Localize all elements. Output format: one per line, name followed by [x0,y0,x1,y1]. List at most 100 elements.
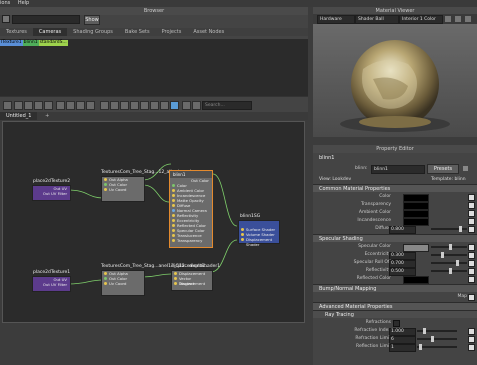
swatch-icon[interactable] [130,101,139,110]
slider[interactable] [417,328,457,334]
map-button[interactable] [468,294,475,301]
slider-knob[interactable] [449,244,452,250]
section-ray-tracing[interactable]: Ray Tracing [313,310,477,318]
slider[interactable] [431,268,467,274]
select-mode-icon[interactable] [170,101,179,110]
snap-icon[interactable] [110,101,119,110]
lock-icon[interactable] [160,101,169,110]
port-displacement-shader[interactable]: Displacement Shader [239,237,279,247]
place2d-texture2-node[interactable]: Out UV Out UV Filter [32,185,71,201]
blinn-name-field[interactable]: blinn1 [371,165,425,174]
slider[interactable] [431,252,467,258]
slider-knob[interactable] [419,344,422,350]
pin-icon[interactable] [150,101,159,110]
node-graph[interactable]: place2dTexture2 Out UV Out UV Filter pla… [2,121,305,323]
section-advanced-material[interactable]: Advanced Material Properties [313,302,477,310]
toggle-icon[interactable] [463,166,468,171]
blinn-node[interactable]: blinn1 Out Color Color Ambient Color Inc… [169,170,213,248]
tab-untitled-1[interactable]: Untitled_1 [0,112,38,120]
slider-knob[interactable] [441,252,444,258]
section-common-material[interactable]: Common Material Properties [313,184,477,192]
section-bump-normal-mapping[interactable]: Bump/Normal Mapping [313,284,477,292]
section-specular-shading[interactable]: Specular Shading [313,234,477,242]
browser-item[interactable]: ITexture1 [0,40,23,46]
color-swatch[interactable] [403,276,429,284]
show-button[interactable]: Show [84,15,100,25]
port-out-uv-filter[interactable]: Out UV Filter [33,191,70,196]
snapshot-icon[interactable] [192,101,201,110]
graph-search-input[interactable]: Search... [202,101,252,110]
place2d-texture1-node[interactable]: Out UV Out UV Filter [32,276,71,292]
clear-graph-icon[interactable] [44,101,53,110]
map-button[interactable] [468,194,475,201]
tab-cameras[interactable]: Cameras [32,28,68,36]
map-button[interactable] [468,260,475,267]
slider-knob[interactable] [456,260,459,266]
map-button[interactable] [468,344,475,351]
presets-button[interactable]: Presets [427,164,459,174]
tab-projects[interactable]: Projects [156,28,188,36]
refractions-checkbox[interactable] [393,320,400,327]
slider[interactable] [417,336,457,342]
tab-shading-groups[interactable]: Shading Groups [67,28,119,36]
slider[interactable] [431,226,467,232]
map-button[interactable] [468,252,475,259]
map-button[interactable] [468,268,475,275]
slider-knob[interactable] [459,226,462,232]
file-texture-a-node[interactable]: Out Alpha Out Color Uv Coord [101,176,145,202]
frame-all-icon[interactable] [86,101,95,110]
map-button[interactable] [468,210,475,217]
port-uv-coord[interactable]: Uv Coord [102,281,144,286]
browser-item[interactable]: standardS... [38,40,68,46]
slider[interactable] [417,344,457,350]
map-button[interactable] [468,276,475,283]
map-button[interactable] [468,202,475,209]
slider-knob[interactable] [423,328,426,334]
attribute-view-icon[interactable] [120,101,129,110]
io-connections-icon[interactable] [24,101,33,110]
renderer-dropdown[interactable]: Hardware [317,15,355,24]
menu-item-ions[interactable]: ions [0,0,10,6]
rearrange-icon[interactable] [76,101,85,110]
slider[interactable] [431,244,467,250]
displacement-shader-node[interactable]: Displacement Vector Displacement Tangent [171,270,213,291]
snapshot-icon[interactable] [455,16,461,22]
geometry-dropdown[interactable]: Shader Ball [355,15,399,24]
tab-bake-sets[interactable]: Bake Sets [119,28,156,36]
camera-icon[interactable] [445,16,451,22]
map-button[interactable] [468,226,475,233]
map-button[interactable] [468,328,475,335]
settings-icon[interactable] [465,16,471,22]
add-selected-icon[interactable] [56,101,65,110]
layout-icon[interactable] [140,101,149,110]
input-connections-icon[interactable] [14,101,23,110]
filter-icon[interactable] [182,101,191,110]
port-out-uv-filter[interactable]: Out UV Filter [33,282,70,287]
port-transparency[interactable]: Transparency [170,238,212,243]
value-field[interactable]: 1 [389,344,416,352]
add-tab-button[interactable]: + [39,112,55,120]
map-button[interactable] [468,244,475,251]
slider[interactable] [431,260,467,266]
map-button[interactable] [468,336,475,343]
slider-knob[interactable] [449,268,452,274]
value-field[interactable]: 0.800 [389,226,416,234]
map-button[interactable] [468,218,475,225]
browser-menu-icon[interactable] [2,15,10,23]
slider-knob[interactable] [431,336,434,342]
shading-group-node[interactable]: Surface Shader Volume Shader Displacemen… [238,220,280,247]
grid-icon[interactable] [100,101,109,110]
browser-search-input[interactable] [12,15,80,24]
file-texture-b-node[interactable]: Out Alpha Out Color Uv Coord [101,270,145,296]
graph-icon[interactable] [3,101,12,110]
port-uv-coord[interactable]: Uv Coord [102,187,144,192]
tab-asset-nodes[interactable]: Asset Nodes [187,28,230,36]
port-tangent[interactable]: Tangent [172,281,212,286]
material-preview[interactable] [313,24,477,137]
output-connections-icon[interactable] [34,101,43,110]
tab-textures[interactable]: Textures [0,28,33,36]
browser-item[interactable]: blinn1 [22,40,39,46]
menu-item-help[interactable]: Help [18,0,29,6]
environment-dropdown[interactable]: Interior 1 Color [399,15,443,24]
remove-selected-icon[interactable] [66,101,75,110]
